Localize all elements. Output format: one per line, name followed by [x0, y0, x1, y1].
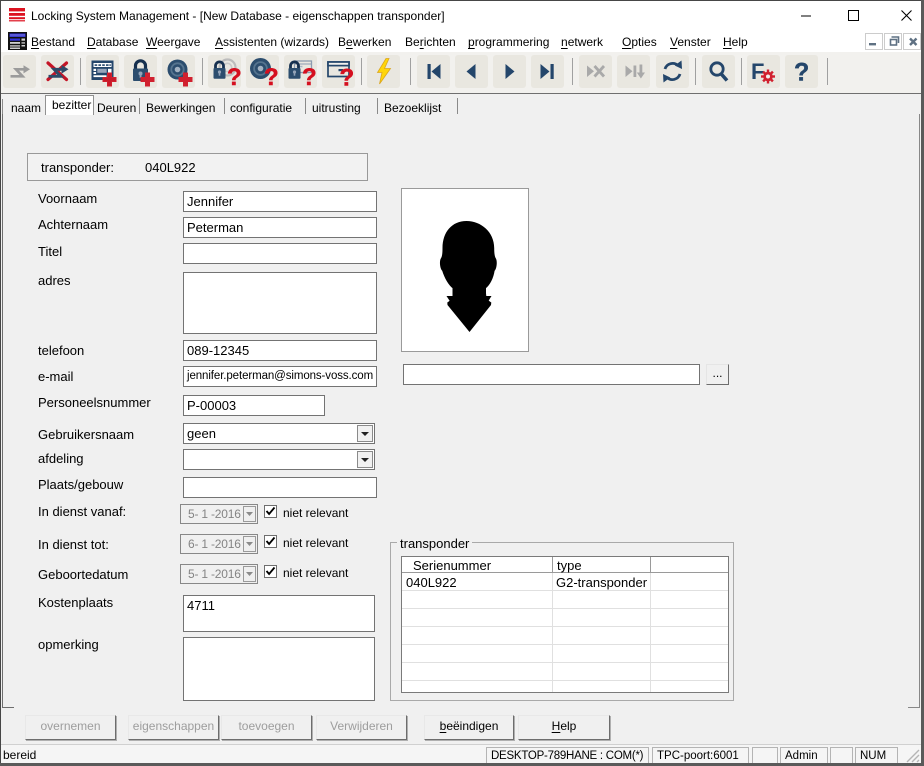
svg-text:?: ?	[227, 64, 241, 88]
svg-text:?: ?	[302, 64, 317, 88]
svg-text:?: ?	[794, 59, 809, 87]
svg-text:F: F	[751, 59, 764, 84]
svg-text:?: ?	[340, 65, 355, 89]
svg-text:?: ?	[264, 64, 279, 88]
